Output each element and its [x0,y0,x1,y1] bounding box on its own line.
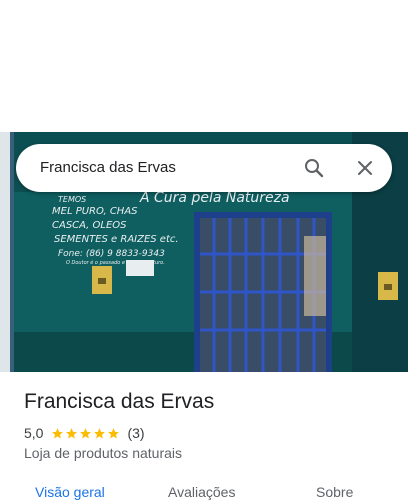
sign-line-6: O Doutor é o passado e a vida o futuro. [66,259,165,266]
review-count: (3) [127,425,145,441]
clear-search-button[interactable] [353,156,377,180]
sign-line-2: MEL PURO, CHAS [52,206,138,217]
tab-reviews[interactable]: Avaliações [168,484,235,500]
sign-slogan: A Cura pela Natureza [139,190,290,206]
search-icon [305,159,324,178]
search-query[interactable]: Francisca das Ervas [40,144,176,192]
star-icon [66,427,78,438]
star-icon [80,427,92,438]
map-area-blank [0,0,408,132]
sign-line-5: Fone: (86) 9 8833-9343 [58,249,165,259]
close-icon [358,161,372,175]
rating-value: 5,0 [24,425,44,441]
place-title: Francisca das Ervas [24,390,215,413]
search-button[interactable] [302,156,326,180]
sign-line-4: SEMENTES e RAIZES etc. [54,234,179,245]
star-icon [52,427,64,438]
rating-stars [51,427,121,440]
star-icon [108,427,120,438]
search-bar[interactable]: Francisca das Ervas [16,144,392,192]
place-category[interactable]: Loja de produtos naturais [24,445,182,461]
tab-overview[interactable]: Visão geral [35,484,105,500]
rating-row[interactable]: 5,0 (3) [24,424,145,442]
sign-line-3: CASCA, OLEOS [52,220,127,231]
star-icon [94,427,106,438]
sign-line-1: TEMOS [58,195,86,204]
tab-about[interactable]: Sobre [316,484,353,500]
place-tabs: Visão geral Avaliações Sobre [0,482,408,504]
